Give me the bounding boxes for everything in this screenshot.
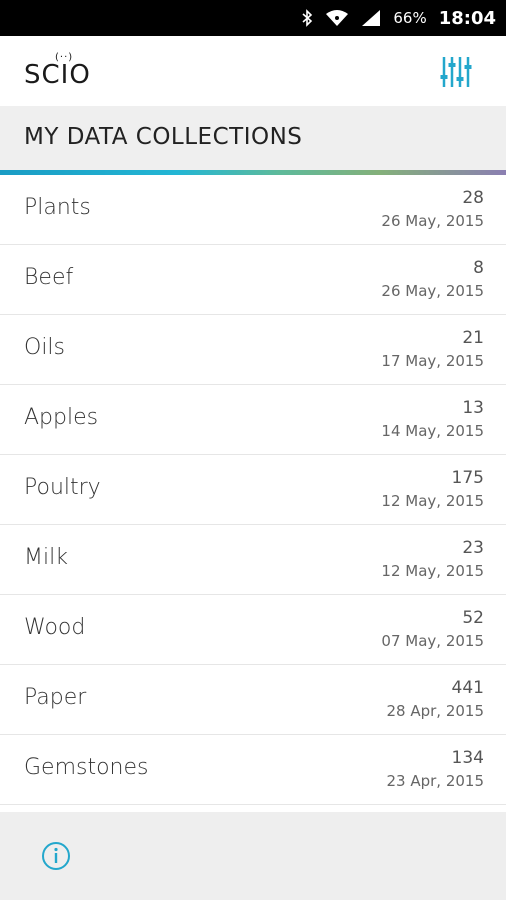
collection-name: Apples	[24, 405, 99, 430]
info-button[interactable]	[40, 840, 72, 872]
collection-name: Oils	[24, 335, 66, 360]
collection-count: 52	[462, 608, 484, 628]
collection-date: 17 May, 2015	[381, 352, 484, 370]
battery-level: 66%	[393, 9, 427, 27]
scio-logo: (··) SCIO	[24, 52, 94, 92]
list-item[interactable]: Gemstones 134 23 Apr, 2015	[0, 735, 506, 805]
collection-date: 26 May, 2015	[381, 282, 484, 300]
list-item[interactable]: Milk 23 12 May, 2015	[0, 525, 506, 595]
list-item[interactable]: Beef 8 26 May, 2015	[0, 245, 506, 315]
bluetooth-icon	[301, 9, 313, 27]
section-header: MY DATA COLLECTIONS	[0, 106, 506, 170]
page-title: MY DATA COLLECTIONS	[24, 124, 303, 150]
collection-date: 12 May, 2015	[381, 492, 484, 510]
list-item[interactable]: Wood 52 07 May, 2015	[0, 595, 506, 665]
bottom-panel	[0, 812, 506, 900]
collection-name: Poultry	[24, 475, 101, 500]
collection-name: Gemstones	[24, 755, 149, 780]
collection-count: 13	[462, 398, 484, 418]
clock: 18:04	[438, 7, 496, 29]
info-icon	[42, 842, 70, 870]
list-item[interactable]: Paper 441 28 Apr, 2015	[0, 665, 506, 735]
collection-count: 28	[462, 188, 484, 208]
wifi-icon	[325, 9, 349, 27]
collection-date: 07 May, 2015	[381, 632, 484, 650]
collection-date: 12 May, 2015	[381, 562, 484, 580]
list-item[interactable]: Apples 13 14 May, 2015	[0, 385, 506, 455]
collection-name: Milk	[24, 545, 68, 570]
collection-list: Plants 28 26 May, 2015 Beef 8 26 May, 20…	[0, 175, 506, 805]
collection-name: Paper	[24, 685, 87, 710]
list-item[interactable]: Oils 21 17 May, 2015	[0, 315, 506, 385]
collection-count: 441	[451, 678, 484, 698]
collection-date: 14 May, 2015	[381, 422, 484, 440]
collection-count: 8	[473, 258, 484, 278]
cell-signal-icon	[361, 9, 381, 27]
logo-text: SCIO	[24, 60, 91, 90]
collection-count: 134	[451, 748, 484, 768]
list-item[interactable]: Poultry 175 12 May, 2015	[0, 455, 506, 525]
collection-date: 26 May, 2015	[381, 212, 484, 230]
collection-name: Beef	[24, 265, 74, 290]
collection-count: 175	[451, 468, 484, 488]
screen: 66% 18:04 (··) SCIO MY DATA COLLECTIONS	[0, 0, 506, 900]
collection-date: 23 Apr, 2015	[386, 772, 484, 790]
collection-name: Wood	[24, 615, 86, 640]
filter-button[interactable]	[436, 54, 476, 90]
app-bar: (··) SCIO	[0, 36, 506, 106]
list-item[interactable]: Plants 28 26 May, 2015	[0, 175, 506, 245]
collection-count: 23	[462, 538, 484, 558]
collection-count: 21	[462, 328, 484, 348]
status-bar: 66% 18:04	[0, 0, 506, 36]
collection-date: 28 Apr, 2015	[386, 702, 484, 720]
collection-name: Plants	[24, 195, 91, 220]
sliders-icon	[440, 57, 472, 87]
